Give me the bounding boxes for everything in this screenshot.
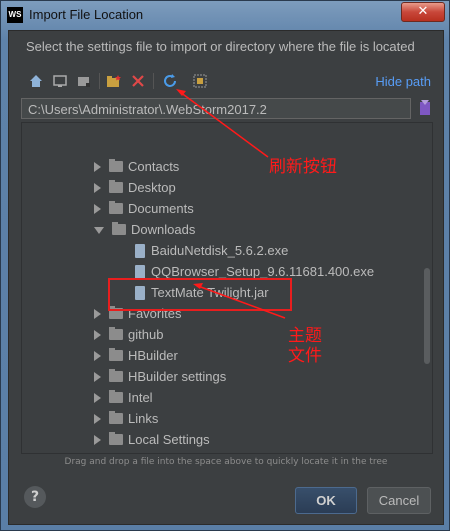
theme-arrow xyxy=(197,285,286,319)
refresh-annotation: 刷新按钮 xyxy=(269,157,337,177)
theme-arrowhead xyxy=(193,283,203,289)
annotation-arrows xyxy=(176,89,286,319)
theme-annotation-line2: 文件 xyxy=(288,346,322,366)
refresh-arrow xyxy=(179,91,269,158)
